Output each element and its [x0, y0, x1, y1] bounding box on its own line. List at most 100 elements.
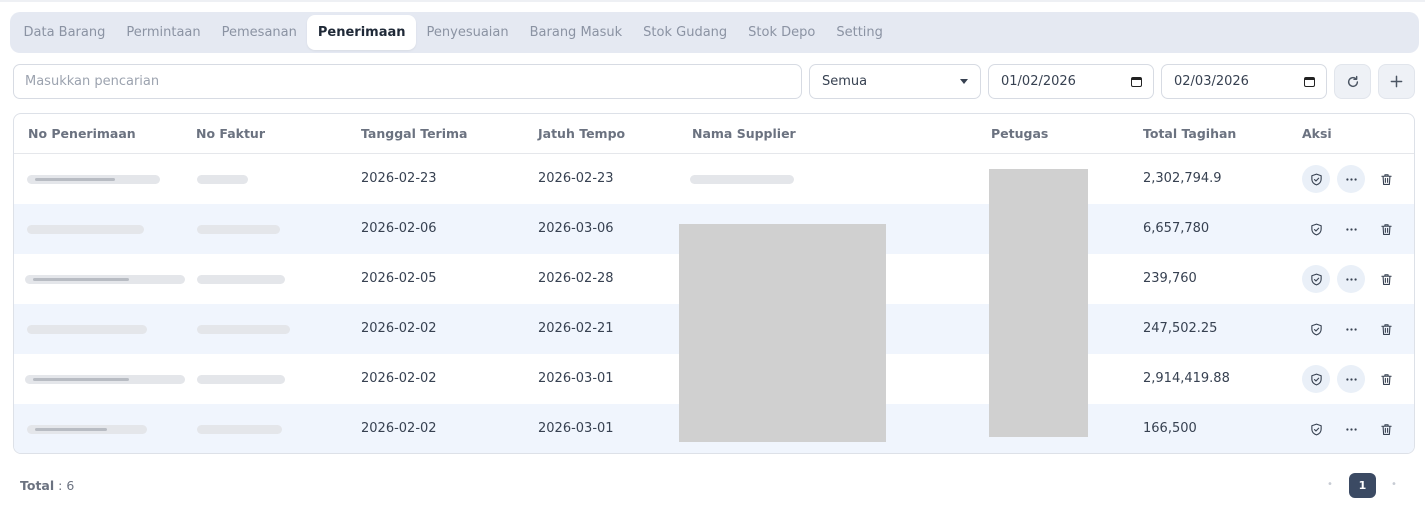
- shield-check-icon: [1310, 323, 1322, 335]
- approve-button[interactable]: [1302, 365, 1330, 393]
- header-jatuh-tempo[interactable]: Jatuh Tempo: [538, 114, 625, 154]
- more-horizontal-icon: [1345, 327, 1357, 331]
- tab-penyesuaian[interactable]: Penyesuaian: [416, 15, 519, 50]
- pagination-next[interactable]: •: [1391, 479, 1397, 490]
- total-label: Total: [20, 478, 55, 493]
- more-horizontal-icon: [1345, 177, 1357, 181]
- add-button[interactable]: [1378, 64, 1415, 99]
- redacted-no-penerimaan: [27, 425, 147, 434]
- table-header: No Penerimaan No Faktur Tanggal Terima J…: [14, 114, 1414, 154]
- tab-permintaan[interactable]: Permintaan: [116, 15, 211, 50]
- trash-icon: [1380, 173, 1392, 185]
- redacted-no-faktur: [197, 375, 285, 384]
- more-button[interactable]: [1337, 165, 1365, 193]
- calendar-icon[interactable]: [1131, 76, 1142, 87]
- pagination-prev[interactable]: •: [1327, 479, 1333, 490]
- cell-tanggal-terima: 2026-02-02: [361, 421, 437, 436]
- shield-check-icon: [1310, 423, 1322, 435]
- cell-total-tagihan: 2,914,419.88: [1143, 371, 1230, 386]
- delete-button[interactable]: [1372, 415, 1400, 443]
- more-button[interactable]: [1337, 265, 1365, 293]
- approve-button[interactable]: [1302, 315, 1330, 343]
- cell-jatuh-tempo: 2026-02-28: [538, 271, 614, 286]
- more-horizontal-icon: [1345, 227, 1357, 231]
- search-input[interactable]: [13, 64, 802, 99]
- delete-button[interactable]: [1372, 315, 1400, 343]
- tab-data-barang[interactable]: Data Barang: [13, 15, 116, 50]
- redacted-no-penerimaan: [25, 375, 185, 384]
- cell-total-tagihan: 166,500: [1143, 421, 1197, 436]
- delete-button[interactable]: [1372, 365, 1400, 393]
- cell-tanggal-terima: 2026-02-02: [361, 321, 437, 336]
- shield-check-icon: [1310, 173, 1322, 185]
- redacted-no-faktur: [197, 225, 280, 234]
- refresh-button[interactable]: [1334, 64, 1371, 99]
- more-button[interactable]: [1337, 415, 1365, 443]
- cell-jatuh-tempo: 2026-02-23: [538, 171, 614, 186]
- header-total-tagihan[interactable]: Total Tagihan: [1143, 114, 1236, 154]
- header-nama-supplier[interactable]: Nama Supplier: [692, 114, 796, 154]
- cell-total-tagihan: 6,657,780: [1143, 221, 1210, 236]
- date-to-value: 02/03/2026: [1174, 74, 1249, 89]
- tab-penerimaan[interactable]: Penerimaan: [307, 15, 417, 50]
- header-no-faktur[interactable]: No Faktur: [196, 114, 265, 154]
- status-select-value: Semua: [822, 74, 868, 89]
- more-horizontal-icon: [1345, 377, 1357, 381]
- header-petugas[interactable]: Petugas: [991, 114, 1048, 154]
- top-divider: [0, 0, 1425, 2]
- delete-button[interactable]: [1372, 165, 1400, 193]
- tab-setting[interactable]: Setting: [826, 15, 894, 50]
- trash-icon: [1380, 423, 1392, 435]
- redacted-no-faktur: [197, 275, 285, 284]
- trash-icon: [1380, 373, 1392, 385]
- module-tabs: Data Barang Permintaan Pemesanan Penerim…: [10, 12, 1419, 53]
- cell-total-tagihan: 2,302,794.9: [1143, 171, 1222, 186]
- redacted-no-penerimaan: [27, 325, 147, 334]
- redacted-no-faktur: [197, 425, 282, 434]
- shield-check-icon: [1310, 373, 1322, 385]
- header-aksi: Aksi: [1302, 126, 1332, 141]
- redacted-no-faktur: [197, 175, 248, 184]
- header-tanggal-terima[interactable]: Tanggal Terima: [361, 114, 467, 154]
- date-from-input[interactable]: 01/02/2026: [988, 64, 1154, 99]
- total-count: Total : 6: [20, 478, 74, 493]
- header-no-penerimaan[interactable]: No Penerimaan: [28, 114, 136, 154]
- pagination-page-1[interactable]: 1: [1349, 473, 1376, 498]
- redacted-no-penerimaan: [25, 275, 185, 284]
- cell-jatuh-tempo: 2026-03-06: [538, 221, 614, 236]
- table-row[interactable]: 2026-02-23 2026-02-23 2,302,794.9: [14, 154, 1414, 204]
- approve-button[interactable]: [1302, 265, 1330, 293]
- cell-jatuh-tempo: 2026-03-01: [538, 371, 614, 386]
- cell-jatuh-tempo: 2026-02-21: [538, 321, 614, 336]
- delete-button[interactable]: [1372, 265, 1400, 293]
- more-horizontal-icon: [1345, 277, 1357, 281]
- redacted-supplier: [690, 175, 794, 184]
- cell-tanggal-terima: 2026-02-05: [361, 271, 437, 286]
- plus-icon: [1390, 75, 1403, 88]
- delete-button[interactable]: [1372, 215, 1400, 243]
- shield-check-icon: [1310, 223, 1322, 235]
- date-to-input[interactable]: 02/03/2026: [1161, 64, 1327, 99]
- status-select[interactable]: Semua: [809, 64, 981, 99]
- more-button[interactable]: [1337, 315, 1365, 343]
- approve-button[interactable]: [1302, 415, 1330, 443]
- more-button[interactable]: [1337, 365, 1365, 393]
- trash-icon: [1380, 223, 1392, 235]
- approve-button[interactable]: [1302, 165, 1330, 193]
- trash-icon: [1380, 273, 1392, 285]
- shield-check-icon: [1310, 273, 1322, 285]
- tab-pemesanan[interactable]: Pemesanan: [211, 15, 307, 50]
- redacted-no-penerimaan: [27, 175, 160, 184]
- tab-stok-gudang[interactable]: Stok Gudang: [633, 15, 738, 50]
- total-value: : 6: [58, 478, 75, 493]
- more-button[interactable]: [1337, 215, 1365, 243]
- redacted-petugas-block: [989, 169, 1088, 437]
- cell-tanggal-terima: 2026-02-06: [361, 221, 437, 236]
- approve-button[interactable]: [1302, 215, 1330, 243]
- tab-stok-depo[interactable]: Stok Depo: [738, 15, 826, 50]
- tab-barang-masuk[interactable]: Barang Masuk: [519, 15, 633, 50]
- cell-total-tagihan: 239,760: [1143, 271, 1197, 286]
- calendar-icon[interactable]: [1304, 76, 1315, 87]
- redacted-supplier-block: [679, 224, 886, 442]
- chevron-down-icon: [960, 79, 968, 84]
